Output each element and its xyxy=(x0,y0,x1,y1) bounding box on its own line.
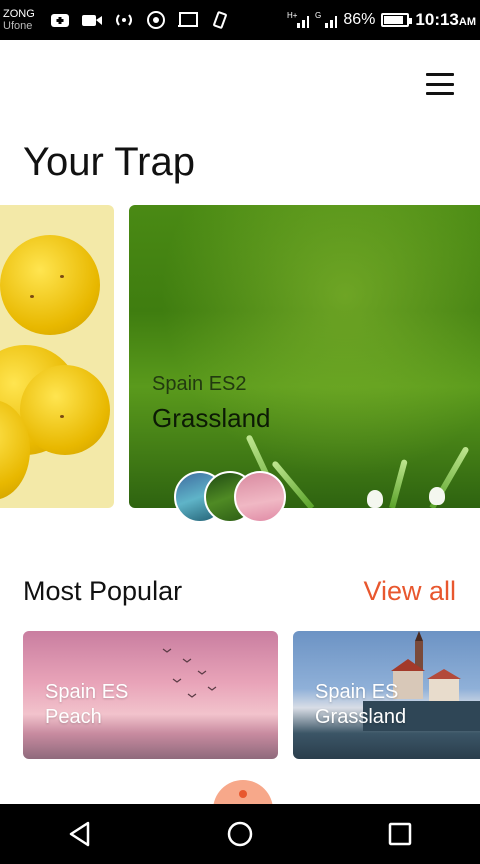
signal-icon-1: H+ xyxy=(287,11,310,29)
whatsapp-icon xyxy=(145,11,167,29)
popular-card-line1: Spain ES xyxy=(45,681,129,703)
hamburger-menu-icon[interactable] xyxy=(426,73,454,95)
battery-icon xyxy=(381,13,413,27)
carrier-labels: ZONG Ufone xyxy=(3,8,45,32)
notification-icons xyxy=(49,11,231,29)
section-title: Most Popular xyxy=(23,576,183,606)
featured-card-lemons[interactable] xyxy=(0,205,114,508)
avatar xyxy=(234,471,286,523)
video-camera-icon xyxy=(81,11,103,29)
carrier-1: ZONG xyxy=(3,8,35,20)
popular-card-line2: Peach xyxy=(45,706,102,728)
card-subtitle: Spain ES2 xyxy=(152,373,247,395)
view-all-link[interactable]: View all xyxy=(363,576,456,607)
flower xyxy=(429,487,445,505)
popular-card-line1: Spain ES xyxy=(315,681,399,703)
popular-card-line2: Grassland xyxy=(315,706,407,728)
clock-time: 10:13 xyxy=(415,10,459,29)
lemon-image xyxy=(0,235,100,335)
signal-icon-2: G xyxy=(315,11,338,29)
status-bar: ZONG Ufone H+ G 86% 10:13AM xyxy=(0,0,480,40)
recents-icon[interactable] xyxy=(370,809,430,859)
clock-suffix: AM xyxy=(458,16,476,28)
grass-blade xyxy=(389,458,408,508)
svg-text:H+: H+ xyxy=(287,11,298,20)
svg-text:G: G xyxy=(315,11,321,20)
hotspot-icon xyxy=(113,11,135,29)
avatar-stack[interactable] xyxy=(174,471,294,525)
battery-fill xyxy=(384,16,404,24)
popular-card-grassland[interactable]: Spain ES Grassland xyxy=(293,631,480,759)
lemon-image xyxy=(20,365,110,455)
vibrate-icon xyxy=(209,11,231,29)
carrier-2: Ufone xyxy=(3,20,33,32)
battery-percent: 86% xyxy=(343,11,376,28)
system-nav-bar xyxy=(0,804,480,864)
back-icon[interactable] xyxy=(50,809,110,859)
featured-card-grassland[interactable]: Spain ES2 Grassland xyxy=(129,205,480,508)
popular-card-label: Spain ES Peach xyxy=(45,680,128,730)
medical-kit-icon xyxy=(49,11,71,29)
popular-card-label: Spain ES Grassland xyxy=(315,680,406,730)
cast-icon xyxy=(177,11,199,29)
status-right: H+ G 86% 10:13AM xyxy=(287,10,476,30)
flower xyxy=(367,490,383,508)
birds-image xyxy=(162,648,217,698)
page-title: Your Trap xyxy=(23,140,195,184)
card-title: Grassland xyxy=(152,403,271,433)
popular-card-peach[interactable]: Spain ES Peach xyxy=(23,631,278,759)
clock: 10:13AM xyxy=(415,10,476,30)
home-icon[interactable] xyxy=(210,809,270,859)
